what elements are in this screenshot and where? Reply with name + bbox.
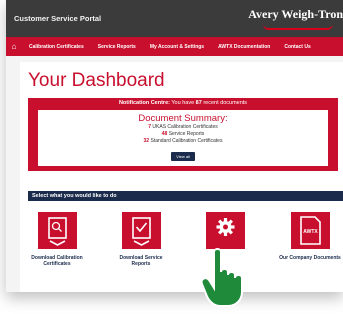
tile-icon-box[interactable]	[121, 212, 161, 249]
tile-icon-box[interactable]	[37, 212, 77, 249]
tile-label[interactable]: Our Company Documents	[279, 255, 341, 261]
nav-item-calibration-certificates[interactable]: Calibration Certificates	[22, 44, 91, 50]
home-icon[interactable]: ⌂	[6, 42, 22, 51]
summary-title: Document Summary:	[138, 113, 228, 124]
brand-swoosh	[263, 24, 333, 30]
pointing-hand-cursor	[200, 248, 243, 307]
dashboard-content: Your Dashboard Notification Centre: You …	[20, 62, 343, 292]
tile-icon-box[interactable]: AWTX	[290, 212, 330, 249]
summary-line-service: 48 Service Reports	[38, 131, 328, 138]
notification-centre: Notification Centre: You have 87 recent …	[28, 98, 338, 171]
notification-prefix: Notification Centre:	[118, 100, 170, 106]
document-summary: Document Summary: 7 UKAS Calibration Cer…	[38, 110, 328, 166]
notification-text-after: recent documents	[201, 100, 248, 106]
service-report-download-icon	[131, 217, 151, 246]
top-bar: Customer Service Portal Avery Weigh-Tron	[6, 0, 343, 37]
summary-label: Service Reports	[168, 131, 205, 137]
nav-item-my-account-settings[interactable]: My Account & Settings	[143, 44, 211, 50]
select-action-bar: Select what you would like to do	[28, 191, 343, 201]
notification-text: Notification Centre: You have 87 recent …	[28, 100, 338, 106]
view-all-button[interactable]: View all	[171, 152, 195, 161]
portal-title: Customer Service Portal	[14, 14, 102, 23]
summary-label: UKAS Calibration Certificates	[152, 124, 218, 130]
summary-count: 32	[143, 138, 150, 144]
tile-icon-box[interactable]	[205, 212, 245, 249]
action-tiles: Download Calibration Certificates Downlo…	[28, 212, 343, 292]
awtx-icon-text: AWTX	[303, 229, 318, 235]
nav-item-contact-us[interactable]: Contact Us	[277, 44, 317, 50]
browser-frame: Customer Service Portal Avery Weigh-Tron…	[6, 0, 343, 292]
gear-icon	[216, 218, 234, 236]
summary-count: 48	[161, 131, 168, 137]
awtx-document-icon: AWTX	[299, 216, 321, 245]
nav-item-service-reports[interactable]: Service Reports	[91, 44, 143, 50]
summary-line-ukas: 7 UKAS Calibration Certificates	[38, 124, 328, 131]
summary-line-standard: 32 Standard Calibration Certificates	[38, 138, 328, 145]
page-title: Your Dashboard	[28, 70, 165, 91]
certificate-download-icon	[47, 217, 67, 246]
tile-company-documents[interactable]: AWTX Our Company Documents	[279, 212, 341, 261]
summary-count: 7	[148, 124, 152, 130]
nav-item-awtx-documentation[interactable]: AWTX Documentation	[211, 44, 277, 50]
notification-text-before: You have	[169, 100, 196, 106]
main-nav: ⌂ Calibration Certificates Service Repor…	[6, 37, 343, 56]
summary-label: Standard Calibration Certificates	[150, 138, 223, 144]
brand-logo[interactable]: Avery Weigh-Tron	[248, 7, 343, 22]
tile-download-service-reports[interactable]: Download Service Reports	[110, 212, 172, 267]
tile-download-calibration[interactable]: Download Calibration Certificates	[26, 212, 88, 267]
tile-label[interactable]: Download Service Reports	[110, 255, 172, 267]
tile-label[interactable]: Download Calibration Certificates	[26, 255, 88, 267]
